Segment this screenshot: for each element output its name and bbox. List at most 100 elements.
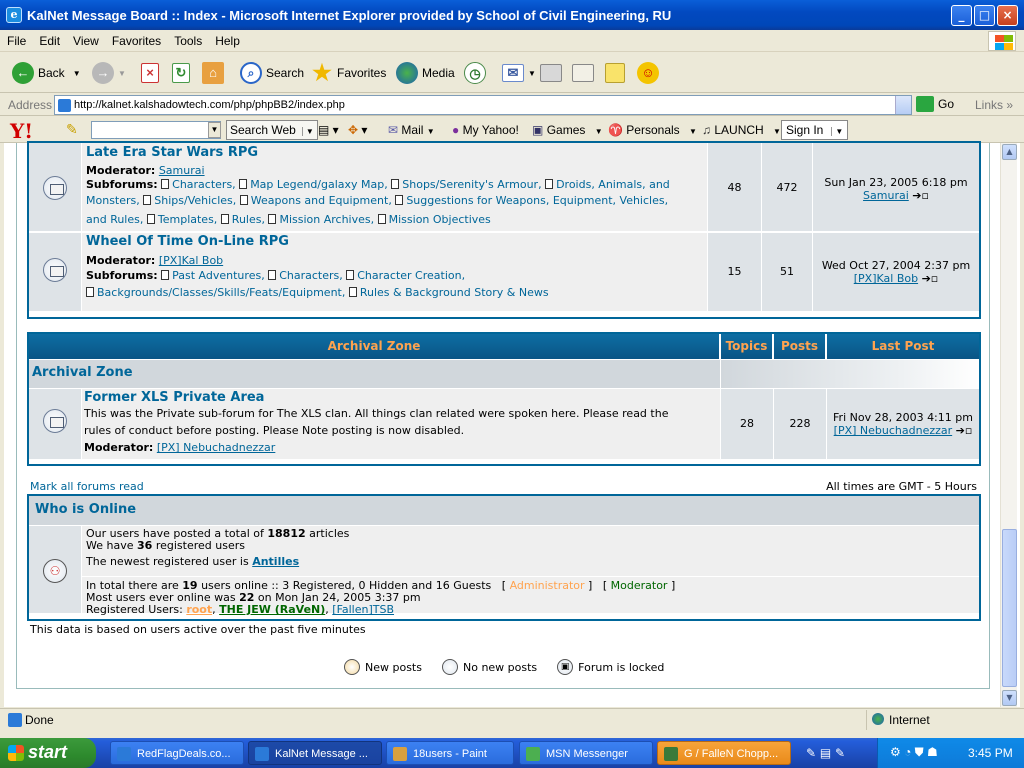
subforum-link[interactable]: Suggestions for Weapons, Equipment, Vehi… bbox=[395, 194, 668, 207]
messenger-button[interactable]: ☺ bbox=[637, 61, 663, 85]
subforum-link[interactable]: Droids, Animals, and bbox=[545, 178, 670, 191]
standard-toolbar: ← Back ▼ → ▼ × ↻ ⌂ ⌕ Search ★ Favorites Media… bbox=[0, 53, 1024, 93]
menu-help[interactable]: Help bbox=[208, 30, 246, 48]
taskbar-item[interactable]: MSN Messenger bbox=[519, 741, 653, 765]
minimize-button[interactable]: _ bbox=[951, 5, 972, 26]
my-yahoo-link[interactable]: ● My Yahoo! bbox=[452, 123, 519, 137]
menu-bar: File Edit View Favorites Tools Help bbox=[0, 30, 1024, 52]
menu-view[interactable]: View bbox=[66, 30, 105, 48]
who-is-online-table: Who is Online ⚇ Our users have posted a … bbox=[27, 494, 981, 621]
status-bar: Done Internet bbox=[0, 708, 1024, 730]
url-input[interactable]: http://kalnet.kalshadowtech.com/php/phpB… bbox=[54, 95, 912, 115]
taskbar-item[interactable]: G / FalleN Chopp... bbox=[657, 741, 791, 765]
yahoo-logo[interactable]: Y! bbox=[10, 119, 33, 143]
search-web-button[interactable]: Search Web ▼ bbox=[226, 120, 318, 140]
moderator-link[interactable]: [PX]Kal Bob bbox=[159, 254, 223, 267]
sign-in-button[interactable]: Sign In ▼ bbox=[781, 120, 849, 140]
moderator-link[interactable]: [PX] Nebuchadnezzar bbox=[157, 441, 276, 454]
last-post-user-link[interactable]: [PX] Nebuchadnezzar bbox=[834, 424, 953, 437]
discuss-button[interactable] bbox=[605, 61, 629, 85]
forum-title-link[interactable]: Former XLS Private Area bbox=[84, 390, 718, 405]
start-button[interactable]: start bbox=[0, 738, 96, 768]
ie-icon bbox=[117, 747, 131, 761]
subforum-link[interactable]: Character Creation, bbox=[346, 269, 465, 282]
last-post-date: Fri Nov 28, 2003 4:11 pm bbox=[833, 411, 973, 424]
subforum-link[interactable]: Shops/Serenity's Armour, bbox=[391, 178, 541, 191]
subforum-link[interactable]: Backgrounds/Classes/Skills/Feats/Equipme… bbox=[86, 286, 345, 299]
subforum-link[interactable]: Ships/Vehicles, bbox=[143, 194, 236, 207]
forum-title-link[interactable]: Late Era Star Wars RPG bbox=[86, 145, 703, 160]
quicklaunch-icons[interactable]: ✎ ▤ ✎ bbox=[806, 746, 845, 760]
home-button[interactable]: ⌂ bbox=[202, 61, 228, 85]
back-button[interactable]: ← Back ▼ bbox=[12, 61, 81, 85]
scroll-down-button[interactable]: ▼ bbox=[1002, 690, 1017, 706]
highlight-icon[interactable]: ▤ ▾ bbox=[318, 123, 339, 137]
subforum-link[interactable]: Mission Objectives bbox=[378, 213, 491, 226]
search-button[interactable]: ⌕ Search bbox=[240, 61, 304, 85]
subforum-link[interactable]: Map Legend/galaxy Map, bbox=[239, 178, 388, 191]
print-button[interactable] bbox=[540, 61, 566, 85]
taskbar-item-active[interactable]: KalNet Message ... bbox=[248, 741, 382, 765]
last-post-user-link[interactable]: [PX]Kal Bob bbox=[854, 272, 918, 285]
taskbar-item[interactable]: 18users - Paint bbox=[386, 741, 514, 765]
menu-favorites[interactable]: Favorites bbox=[105, 30, 167, 48]
close-button[interactable]: × bbox=[997, 5, 1018, 26]
moderator-link[interactable]: Samurai bbox=[159, 164, 205, 177]
scroll-thumb[interactable] bbox=[1002, 529, 1017, 687]
menu-edit[interactable]: Edit bbox=[32, 30, 66, 48]
last-post-date: Wed Oct 27, 2004 2:37 pm bbox=[821, 259, 971, 272]
edit-button[interactable] bbox=[572, 61, 598, 85]
subforum-link[interactable]: Rules, bbox=[221, 213, 265, 226]
subforum-link[interactable]: and Rules, bbox=[86, 213, 143, 226]
subforum-link[interactable]: Mission Archives, bbox=[268, 213, 374, 226]
history-button[interactable]: ◷ bbox=[464, 61, 490, 85]
menu-tools[interactable]: Tools bbox=[167, 30, 208, 48]
forum-title-link[interactable]: Wheel Of Time On-Line RPG bbox=[86, 234, 703, 249]
favorites-button[interactable]: ★ Favorites bbox=[311, 61, 386, 85]
stop-button[interactable]: × bbox=[141, 61, 163, 85]
go-to-post-icon[interactable]: ➔▫ bbox=[956, 424, 973, 437]
go-to-post-icon[interactable]: ➔▫ bbox=[922, 272, 939, 285]
personals-link[interactable]: ♈ Personals ▼ bbox=[608, 123, 697, 137]
menu-file[interactable]: File bbox=[0, 30, 32, 48]
mail-button[interactable]: ✉ ▼ bbox=[502, 61, 536, 85]
taskbar-item[interactable]: RedFlagDeals.co... bbox=[110, 741, 244, 765]
subforum-link[interactable]: Characters, bbox=[268, 269, 343, 282]
registered-count-text: We have 36 registered users bbox=[86, 539, 245, 552]
launch-link[interactable]: ♫ LAUNCH ▼ bbox=[702, 123, 781, 137]
links-label[interactable]: Links » bbox=[975, 98, 1013, 112]
go-button[interactable]: Go bbox=[916, 96, 954, 112]
scroll-up-button[interactable]: ▲ bbox=[1002, 144, 1017, 160]
category-title-link[interactable]: Archival Zone bbox=[32, 365, 133, 380]
forward-button[interactable]: → ▼ bbox=[92, 61, 126, 85]
games-link[interactable]: ▣ Games ▼ bbox=[532, 123, 603, 137]
maximize-button[interactable]: □ bbox=[974, 5, 995, 26]
newest-user-link[interactable]: Antilles bbox=[252, 555, 299, 568]
subforum-link[interactable]: Monsters, bbox=[86, 194, 140, 207]
subforum-link[interactable]: Past Adventures, bbox=[161, 269, 265, 282]
edit-page-icon bbox=[572, 64, 594, 82]
mail-icon: ✉ bbox=[388, 123, 399, 137]
yahoo-mail-link[interactable]: ✉ Mail ▼ bbox=[388, 123, 435, 137]
online-user-link[interactable]: THE JEW (RaVeN) bbox=[219, 603, 325, 616]
refresh-button[interactable]: ↻ bbox=[172, 61, 194, 85]
subforum-link[interactable]: Rules & Background Story & News bbox=[349, 286, 549, 299]
chevron-down-icon[interactable] bbox=[895, 96, 911, 114]
last-post-user-link[interactable]: Samurai bbox=[863, 189, 909, 202]
subforum-link[interactable]: Weapons and Equipment, bbox=[240, 194, 392, 207]
who-is-online-title[interactable]: Who is Online bbox=[35, 502, 136, 517]
settings-icon[interactable]: ✥ ▾ bbox=[348, 123, 367, 137]
online-user-link[interactable]: [Fallen]TSB bbox=[332, 603, 394, 616]
vertical-scrollbar[interactable]: ▲ ▼ bbox=[1000, 143, 1017, 707]
go-to-post-icon[interactable]: ➔▫ bbox=[912, 189, 929, 202]
subforum-link[interactable]: Characters, bbox=[161, 178, 236, 191]
mark-all-read-link[interactable]: Mark all forums read bbox=[30, 480, 144, 493]
chevron-down-icon[interactable]: ▼ bbox=[208, 122, 221, 138]
pencil-icon[interactable]: ✎ bbox=[66, 121, 78, 138]
online-user-link[interactable]: root bbox=[186, 603, 212, 616]
media-button[interactable]: Media bbox=[396, 61, 455, 85]
table-header: Archival Zone Topics Posts Last Post bbox=[29, 334, 979, 359]
yahoo-search-input[interactable] bbox=[91, 121, 221, 139]
tray-icons[interactable]: ⚙ ◔ ⛊ ☗ bbox=[890, 745, 938, 760]
subforum-link[interactable]: Templates, bbox=[147, 213, 217, 226]
